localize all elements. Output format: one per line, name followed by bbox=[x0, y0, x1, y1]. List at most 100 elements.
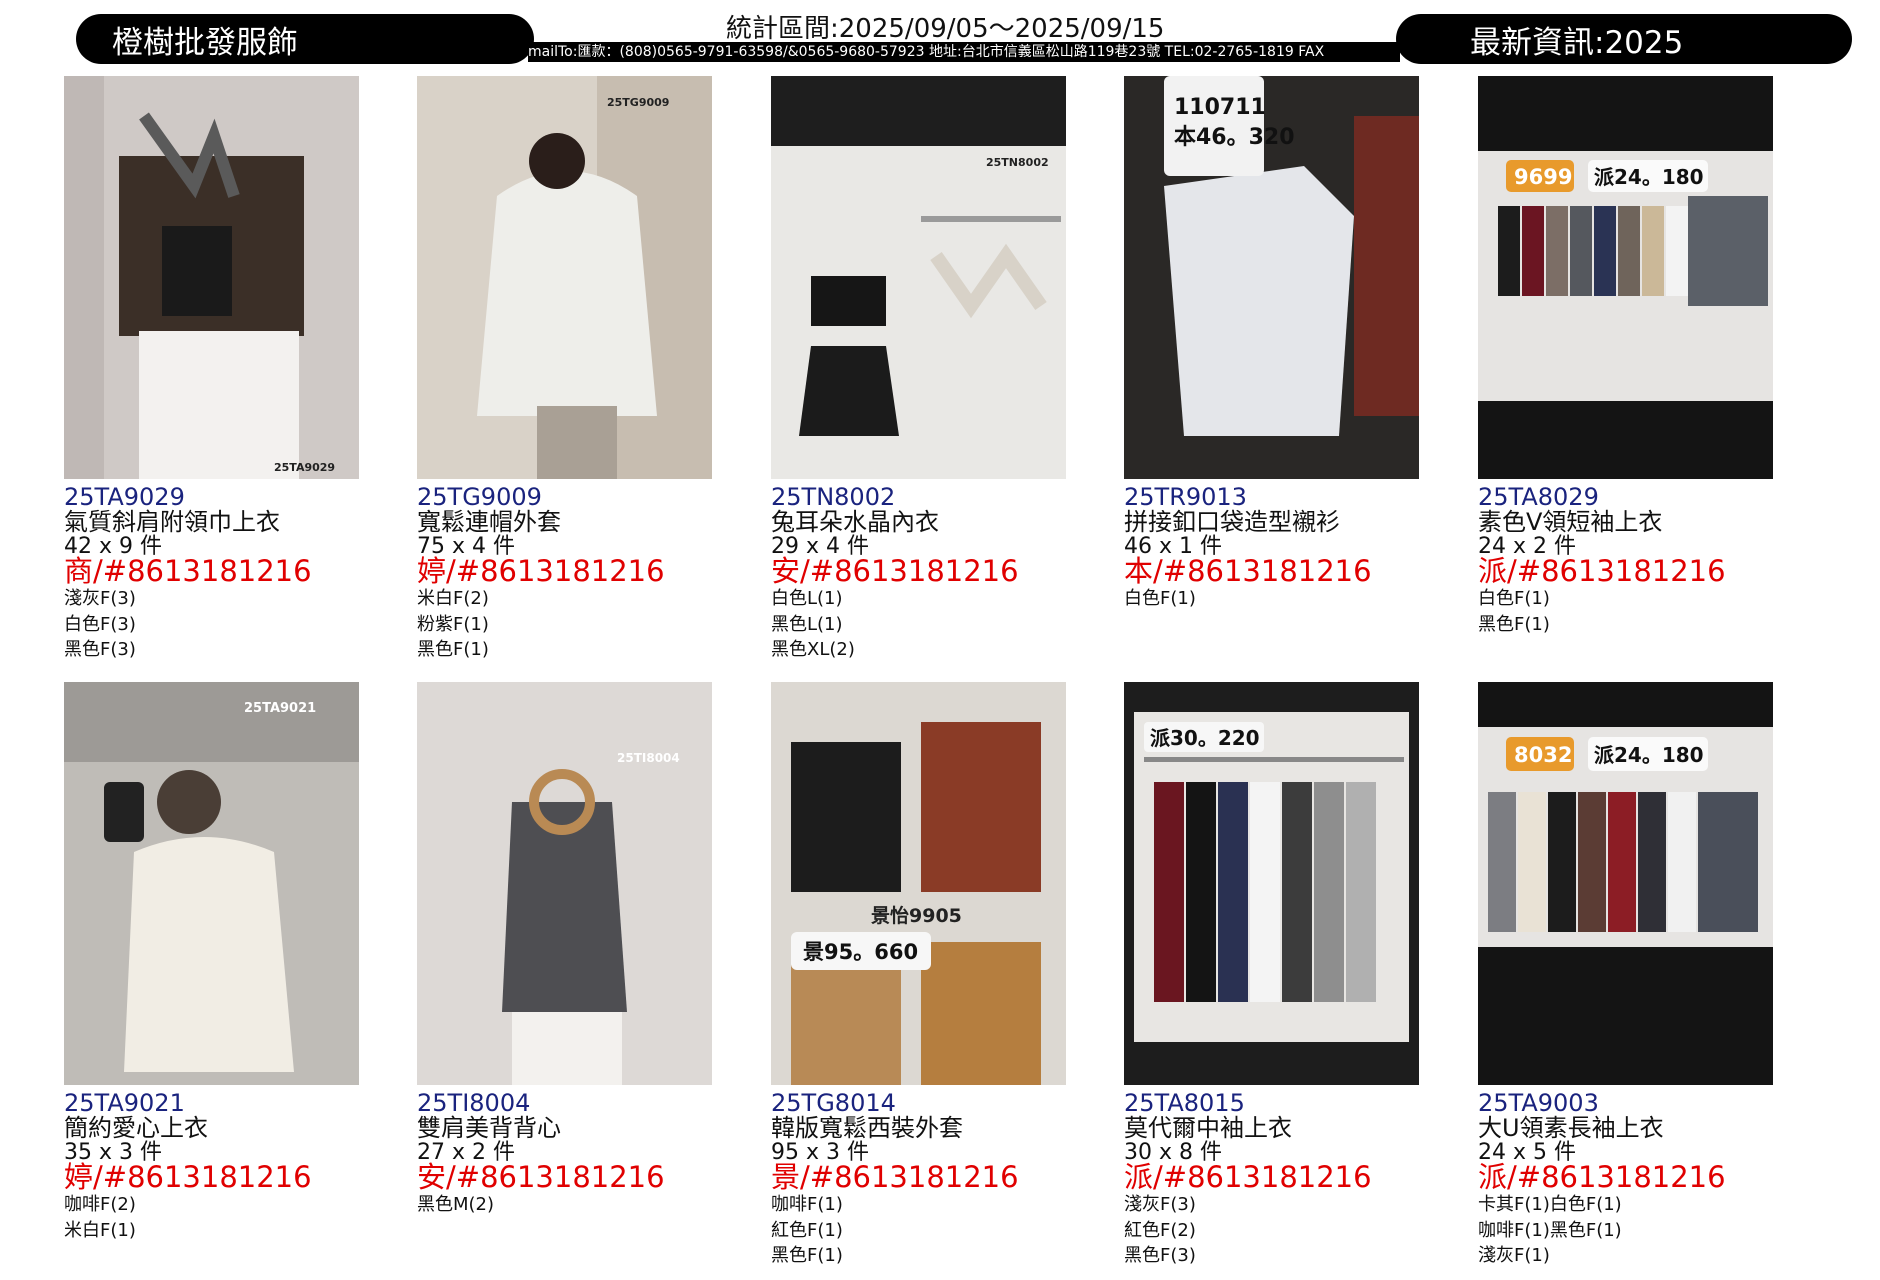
product-card[interactable]: 25TG9009 25TG9009 寬鬆連帽外套 75 x 4 件 婷/#861… bbox=[417, 76, 727, 663]
variant-item: 黑色L(1) bbox=[771, 612, 1081, 638]
contact-info: mailTo:匯款：(808)0565-9791-63598/&0565-968… bbox=[528, 44, 1324, 60]
variant-list: 米白F(2) 粉紫F(1) 黑色F(1) bbox=[417, 586, 727, 663]
product-card[interactable]: 9699 派24。180 25TA8029 素色V領短袖上衣 24 x 2 件 … bbox=[1478, 76, 1788, 637]
variant-item: 白色F(3) bbox=[64, 612, 374, 638]
product-phone: 婷/#8613181216 bbox=[64, 1162, 374, 1192]
product-code: 25TA8015 bbox=[1124, 1091, 1434, 1116]
photo-badge: 派30。220 bbox=[1150, 726, 1260, 750]
photo-badge: 景95。660 bbox=[803, 940, 918, 964]
variant-item: 黑色F(3) bbox=[1124, 1243, 1434, 1269]
photo-tag: 25TI8004 bbox=[617, 751, 680, 765]
variant-item: 黑色F(3) bbox=[64, 637, 374, 663]
variant-item: 紅色F(2) bbox=[1124, 1218, 1434, 1244]
latest-banner: 最新資訊:2025 bbox=[1396, 14, 1852, 64]
product-phone: 商/#8613181216 bbox=[64, 556, 374, 586]
product-code: 25TR9013 bbox=[1124, 485, 1434, 510]
variant-item: 黑色F(1) bbox=[417, 637, 727, 663]
product-photo[interactable]: 8032 派24。180 bbox=[1478, 682, 1773, 1085]
variant-item: 白色L(1) bbox=[771, 586, 1081, 612]
photo-tag: 110711 bbox=[1174, 95, 1266, 120]
product-name: 雙肩美背背心 bbox=[417, 1116, 727, 1141]
variant-item: 紅色F(1) bbox=[771, 1218, 1081, 1244]
product-name: 韓版寬鬆西裝外套 bbox=[771, 1116, 1081, 1141]
variant-list: 黑色M(2) bbox=[417, 1192, 727, 1218]
product-name: 簡約愛心上衣 bbox=[64, 1116, 374, 1141]
product-card[interactable]: 25TI8004 25TI8004 雙肩美背背心 27 x 2 件 安/#861… bbox=[417, 682, 727, 1218]
photo-tag: 9699 bbox=[1514, 165, 1572, 189]
photo-tag: 25TG9009 bbox=[607, 96, 669, 109]
brand-banner: 橙樹批發服飾 bbox=[76, 14, 534, 64]
variant-list: 白色F(1) bbox=[1124, 586, 1434, 612]
product-phone: 派/#8613181216 bbox=[1124, 1162, 1434, 1192]
product-phone: 婷/#8613181216 bbox=[417, 556, 727, 586]
product-phone: 景/#8613181216 bbox=[771, 1162, 1081, 1192]
product-name: 寬鬆連帽外套 bbox=[417, 510, 727, 535]
product-phone: 安/#8613181216 bbox=[771, 556, 1081, 586]
variant-list: 咖啡F(2) 米白F(1) bbox=[64, 1192, 374, 1243]
photo-tag: 25TA9021 bbox=[244, 701, 316, 716]
product-photo[interactable]: 25TG9009 bbox=[417, 76, 712, 479]
product-code: 25TA9021 bbox=[64, 1091, 374, 1116]
product-name: 大U領素長袖上衣 bbox=[1478, 1116, 1788, 1141]
variant-item: 黑色XL(2) bbox=[771, 637, 1081, 663]
product-code: 25TA9003 bbox=[1478, 1091, 1788, 1116]
product-photo[interactable]: 派30。220 bbox=[1124, 682, 1419, 1085]
photo-badge: 派24。180 bbox=[1594, 165, 1704, 189]
product-code: 25TN8002 bbox=[771, 485, 1081, 510]
product-phone: 派/#8613181216 bbox=[1478, 556, 1788, 586]
photo-badge: 派24。180 bbox=[1594, 743, 1704, 767]
product-card[interactable]: 8032 派24。180 25TA9003 大U領素長袖上衣 24 x 5 件 … bbox=[1478, 682, 1788, 1269]
variant-item: 白色F(1) bbox=[1124, 586, 1434, 612]
variant-item: 黑色M(2) bbox=[417, 1192, 727, 1218]
latest-info: 最新資訊:2025 bbox=[1470, 17, 1683, 62]
product-code: 25TA8029 bbox=[1478, 485, 1788, 510]
contact-bar: mailTo:匯款：(808)0565-9791-63598/&0565-968… bbox=[528, 42, 1400, 62]
variant-item: 米白F(1) bbox=[64, 1218, 374, 1244]
variant-list: 白色L(1) 黑色L(1) 黑色XL(2) bbox=[771, 586, 1081, 663]
product-card[interactable]: 110711 本46。320 25TR9013 拼接釦口袋造型襯衫 46 x 1… bbox=[1124, 76, 1434, 612]
variant-item: 卡其F(1)白色F(1) bbox=[1478, 1192, 1788, 1218]
product-photo[interactable]: 110711 本46。320 bbox=[1124, 76, 1419, 479]
variant-item: 白色F(1) bbox=[1478, 586, 1788, 612]
product-name: 拼接釦口袋造型襯衫 bbox=[1124, 510, 1434, 535]
product-name: 氣質斜肩附領巾上衣 bbox=[64, 510, 374, 535]
variant-item: 淺灰F(3) bbox=[1124, 1192, 1434, 1218]
product-photo[interactable]: 25TN8002 bbox=[771, 76, 1066, 479]
product-phone: 安/#8613181216 bbox=[417, 1162, 727, 1192]
photo-tag: 景怡9905 bbox=[871, 904, 962, 927]
product-card[interactable]: 派30。220 25TA8015 莫代爾中袖上衣 30 x 8 件 派/#861… bbox=[1124, 682, 1434, 1269]
product-name: 兔耳朵水晶內衣 bbox=[771, 510, 1081, 535]
product-phone: 派/#8613181216 bbox=[1478, 1162, 1788, 1192]
variant-item: 淺灰F(3) bbox=[64, 586, 374, 612]
photo-tag: 25TN8002 bbox=[986, 156, 1049, 169]
product-code: 25TG9009 bbox=[417, 485, 727, 510]
product-photo[interactable]: 25TA9029 bbox=[64, 76, 359, 479]
variant-item: 淺灰F(1) bbox=[1478, 1243, 1788, 1269]
product-photo[interactable]: 景怡9905 景95。660 bbox=[771, 682, 1066, 1085]
product-photo[interactable]: 25TA9021 bbox=[64, 682, 359, 1085]
product-card[interactable]: 25TA9021 25TA9021 簡約愛心上衣 35 x 3 件 婷/#861… bbox=[64, 682, 374, 1243]
variant-list: 卡其F(1)白色F(1) 咖啡F(1)黑色F(1) 淺灰F(1) bbox=[1478, 1192, 1788, 1269]
product-phone: 本/#8613181216 bbox=[1124, 556, 1434, 586]
photo-tag: 25TA9029 bbox=[274, 461, 335, 474]
product-card[interactable]: 景怡9905 景95。660 25TG8014 韓版寬鬆西裝外套 95 x 3 … bbox=[771, 682, 1081, 1269]
product-code: 25TA9029 bbox=[64, 485, 374, 510]
brand-name: 橙樹批發服飾 bbox=[112, 17, 298, 62]
product-card[interactable]: 25TN8002 25TN8002 兔耳朵水晶內衣 29 x 4 件 安/#86… bbox=[771, 76, 1081, 663]
product-name: 莫代爾中袖上衣 bbox=[1124, 1116, 1434, 1141]
product-photo[interactable]: 9699 派24。180 bbox=[1478, 76, 1773, 479]
variant-item: 黑色F(1) bbox=[1478, 612, 1788, 638]
variant-list: 淺灰F(3) 紅色F(2) 黑色F(3) bbox=[1124, 1192, 1434, 1269]
product-code: 25TI8004 bbox=[417, 1091, 727, 1116]
variant-item: 咖啡F(1) bbox=[771, 1192, 1081, 1218]
variant-item: 咖啡F(2) bbox=[64, 1192, 374, 1218]
product-photo[interactable]: 25TI8004 bbox=[417, 682, 712, 1085]
product-card[interactable]: 25TA9029 25TA9029 氣質斜肩附領巾上衣 42 x 9 件 商/#… bbox=[64, 76, 374, 663]
product-name: 素色V領短袖上衣 bbox=[1478, 510, 1788, 535]
variant-item: 咖啡F(1)黑色F(1) bbox=[1478, 1218, 1788, 1244]
variant-item: 黑色F(1) bbox=[771, 1243, 1081, 1269]
variant-list: 淺灰F(3) 白色F(3) 黑色F(3) bbox=[64, 586, 374, 663]
variant-list: 白色F(1) 黑色F(1) bbox=[1478, 586, 1788, 637]
variant-item: 粉紫F(1) bbox=[417, 612, 727, 638]
photo-tag: 8032 bbox=[1514, 743, 1572, 767]
